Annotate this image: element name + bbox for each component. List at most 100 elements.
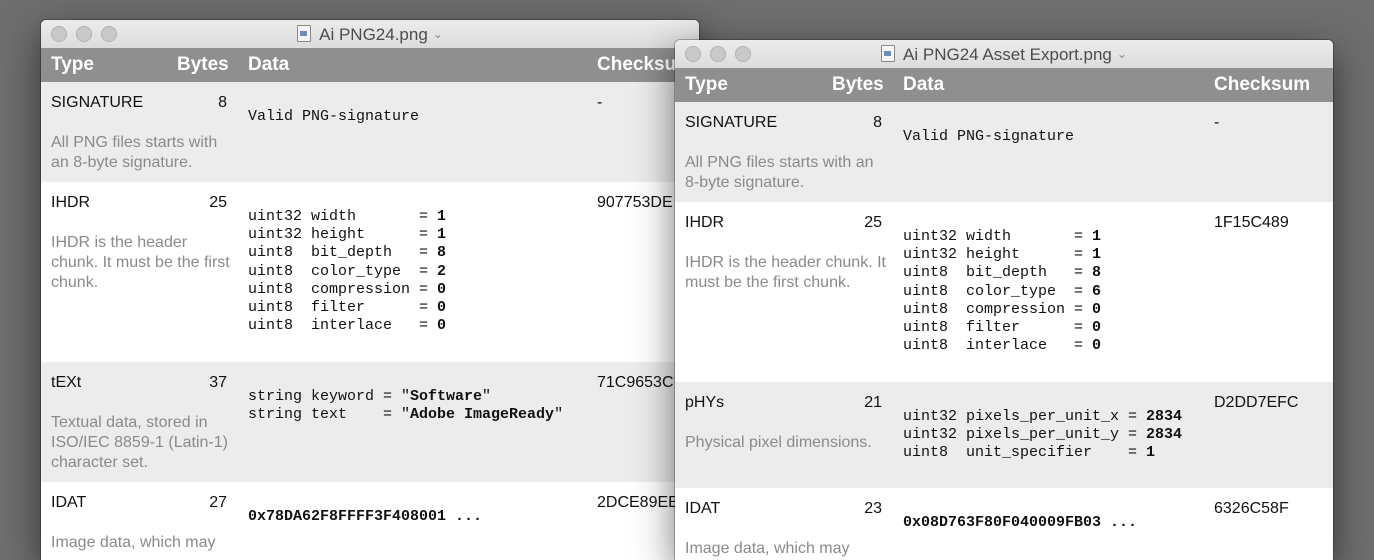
column-bytes[interactable]: Bytes [832, 74, 884, 96]
chunk-data-value: 1 [437, 226, 447, 244]
chunk-data: 0x08D763F80F040009FB03 ... [903, 514, 1137, 532]
chunk-data-text: uint8 color_type = [248, 262, 438, 280]
chunk-checksum: 1F15C489 [1214, 214, 1289, 231]
chunk-type: pHYs [685, 394, 725, 411]
chunk-data-line: uint8 unit_specifier = 1 [903, 444, 1182, 462]
chunk-data-value: 0 [437, 317, 447, 335]
chunk-data-line: uint32 pixels_per_unit_y = 2834 [903, 426, 1182, 444]
chunk-description: All PNG files starts with an 8-byte sign… [51, 134, 218, 171]
column-type[interactable]: Type [685, 74, 728, 96]
titlebar[interactable]: Ai PNG24.png ⌄ [41, 20, 699, 48]
chunk-data-value: 8 [1092, 264, 1102, 282]
chunk-bytes: 23 [864, 500, 882, 517]
chunk-data-text: uint8 interlace = [248, 317, 438, 335]
window-ai-png24: Ai PNG24.png ⌄ Type Bytes Data Checksu SI… [41, 20, 699, 560]
chunk-data-value: 0 [1092, 337, 1102, 355]
chunk-row[interactable]: IHDR 25 IHDR is the header chunk. It must … [41, 182, 699, 362]
chunk-data-line: Valid PNG-signature [903, 128, 1074, 146]
chunk-data-text: uint8 bit_depth = [248, 244, 438, 262]
chunk-row[interactable]: IDAT 23 Image data, which may 0x08D763F80F0… [675, 488, 1333, 560]
chunk-data-line: string text = "Adobe ImageReady" [248, 406, 563, 424]
chunk-data-line: uint8 compression = 0 [248, 281, 446, 299]
chunk-data-value: 2834 [1146, 408, 1183, 425]
window-title[interactable]: Ai PNG24 Asset Export.png ⌄ [675, 45, 1333, 65]
chunk-bytes: 8 [873, 114, 882, 131]
chunk-checksum: 907753DE [597, 194, 673, 211]
chunk-row[interactable]: SIGNATURE 8 All PNG files starts with an 8… [675, 102, 1333, 202]
chunk-data-line: uint8 compression = 0 [903, 301, 1101, 319]
column-data[interactable]: Data [248, 54, 289, 76]
chunk-data-text: string keyword = " [248, 388, 411, 405]
chunk-row[interactable]: SIGNATURE 8 All PNG files starts with an 8… [41, 82, 699, 182]
chunk-data-text: uint8 color_type = [903, 282, 1093, 300]
chunk-row[interactable]: IHDR 25 IHDR is the header chunk. It must … [675, 202, 1333, 382]
chunk-data-line: uint8 bit_depth = 8 [248, 244, 446, 262]
chunk-data-value: 1 [1092, 246, 1102, 264]
titlebar[interactable]: Ai PNG24 Asset Export.png ⌄ [675, 40, 1333, 68]
window-ai-png24-asset-export: Ai PNG24 Asset Export.png ⌄ Type Bytes Da… [675, 40, 1333, 560]
chunk-data-text: uint32 width = [248, 208, 438, 225]
column-checksum[interactable]: Checksum [1214, 74, 1310, 96]
column-data[interactable]: Data [903, 74, 944, 96]
chunk-data-text: uint8 filter = [903, 319, 1093, 337]
chunk-data-line: uint32 width = 1 [903, 228, 1101, 246]
chunk-data-value: 0 [1092, 300, 1102, 318]
chunk-data: 0x78DA62F8FFFF3F408001 ... [248, 508, 482, 526]
chunk-list: SIGNATURE 8 All PNG files starts with an 8… [675, 102, 1333, 560]
chunk-data-value: 0 [437, 280, 447, 298]
chunk-data-text: Valid PNG-signature [903, 128, 1075, 145]
chunk-type: IHDR [51, 194, 91, 211]
chunk-data-text: " [482, 388, 492, 405]
chunk-data-line: uint32 pixels_per_unit_x = 2834 [903, 408, 1182, 426]
chunk-data-value: 2834 [1146, 426, 1183, 444]
chunk-data-line: uint8 interlace = 0 [248, 317, 446, 335]
chunk-bytes: 27 [209, 494, 227, 511]
chunk-data-text: uint32 width = [903, 228, 1093, 245]
chunk-description: Textual data, stored in ISO/IEC 8859-1 (… [51, 414, 228, 471]
chunk-data-value: 0x08D763F80F040009FB03 ... [903, 514, 1138, 531]
chunk-data-line: Valid PNG-signature [248, 108, 419, 126]
chunk-data-text: " [554, 406, 564, 424]
chunk-data: uint32 width = 1 uint32 height = 1 uint8 b… [248, 208, 446, 335]
chunk-checksum: 71C9653C [597, 374, 674, 391]
chunk-data-text: string text = " [248, 406, 411, 424]
chunk-data: uint32 pixels_per_unit_x = 2834 uint32 pi… [903, 408, 1182, 463]
column-type[interactable]: Type [51, 54, 94, 76]
chunk-data-text: uint8 interlace = [903, 337, 1093, 355]
chunk-checksum: - [597, 94, 603, 111]
chunk-type: IHDR [685, 214, 725, 231]
column-checksum[interactable]: Checksu [597, 54, 676, 76]
chunk-type: IDAT [685, 500, 721, 517]
chunk-data-line: 0x78DA62F8FFFF3F408001 ... [248, 508, 482, 526]
column-header: Type Bytes Data Checksu [41, 48, 699, 82]
chunk-data-value: 0x78DA62F8FFFF3F408001 ... [248, 508, 483, 525]
chunk-data-text: uint8 filter = [248, 299, 438, 317]
column-header: Type Bytes Data Checksum [675, 68, 1333, 102]
chunk-type: IDAT [51, 494, 87, 511]
chunk-data-line: 0x08D763F80F040009FB03 ... [903, 514, 1137, 532]
chunk-type: SIGNATURE [51, 94, 144, 111]
png-file-icon [297, 25, 312, 42]
chunk-data-value: 0 [437, 299, 447, 317]
chunk-description: IHDR is the header chunk. It must be the… [51, 234, 230, 291]
chunk-data-line: uint8 bit_depth = 8 [903, 264, 1101, 282]
chunk-data-line: string keyword = "Software" [248, 388, 563, 406]
chunk-data-value: Software [410, 388, 483, 405]
chunk-data-value: 1 [437, 208, 447, 225]
chunk-data-text: uint32 height = [903, 246, 1093, 264]
chunk-data-value: Adobe ImageReady [410, 406, 555, 424]
chunk-data-value: 1 [1092, 228, 1102, 245]
chunk-bytes: 25 [209, 194, 227, 211]
chunk-row[interactable]: pHYs 21 Physical pixel dimensions. uint32 p… [675, 382, 1333, 488]
chunk-data-line: uint8 interlace = 0 [903, 337, 1101, 355]
window-title[interactable]: Ai PNG24.png ⌄ [41, 25, 699, 45]
chunk-bytes: 8 [218, 94, 227, 111]
chunk-data-line: uint8 filter = 0 [248, 299, 446, 317]
chunk-data-line: uint32 height = 1 [903, 246, 1101, 264]
chunk-row[interactable]: IDAT 27 Image data, which may 0x78DA62F8FFF… [41, 482, 699, 560]
column-bytes[interactable]: Bytes [177, 54, 229, 76]
chunk-row[interactable]: tEXt 37 Textual data, stored in ISO/IEC 88… [41, 362, 699, 482]
chunk-data-text: uint32 pixels_per_unit_y = [903, 426, 1147, 444]
chunk-checksum: - [1214, 114, 1220, 131]
chunk-data: uint32 width = 1 uint32 height = 1 uint8 b… [903, 228, 1101, 355]
